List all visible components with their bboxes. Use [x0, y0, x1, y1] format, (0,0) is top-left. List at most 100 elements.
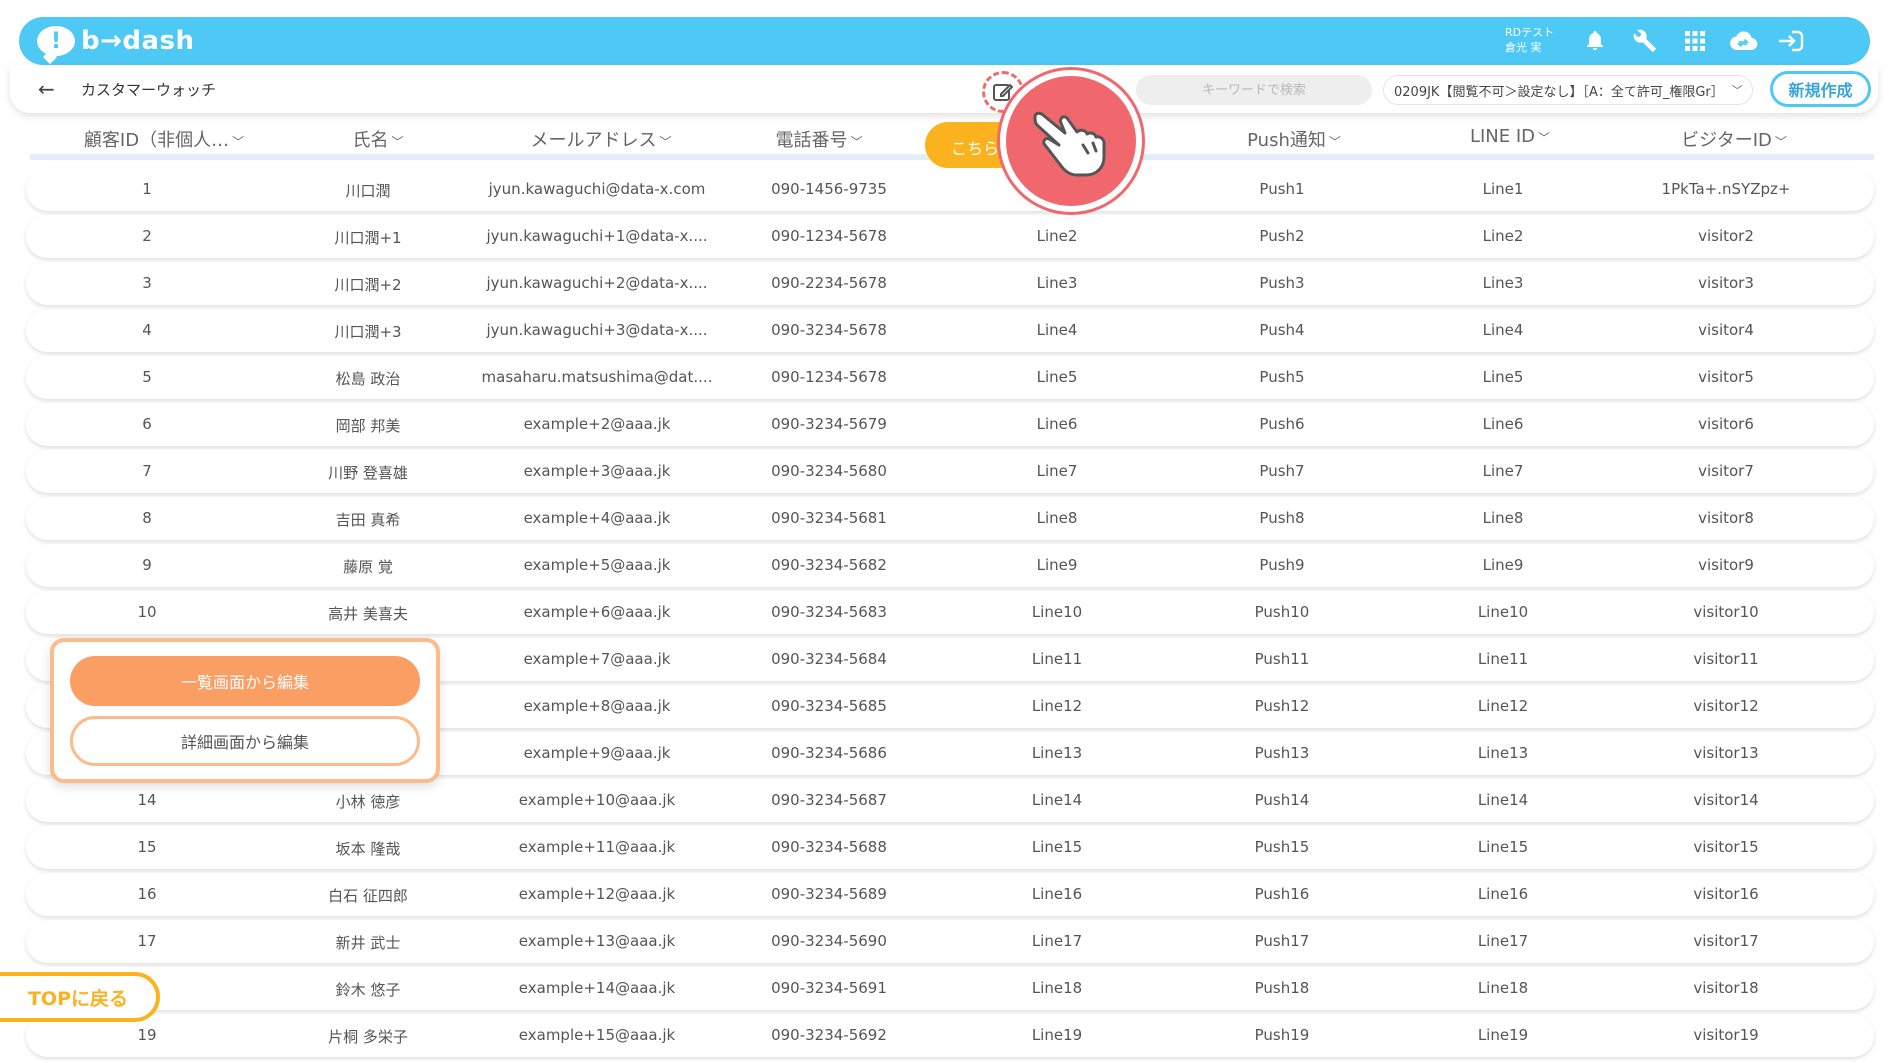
column-label: ビジターID: [1681, 130, 1772, 151]
table-row[interactable]: 19 片桐 多栄子 example+15@aaa.jk 090-3234-5692 Li…: [26, 1014, 1874, 1057]
table-row[interactable]: 8 吉田 真希 example+4@aaa.jk 090-3234-5681 Line8…: [26, 497, 1874, 540]
new-create-button[interactable]: 新規作成: [1770, 71, 1871, 107]
table-row[interactable]: 5 松島 政治 masaharu.matsushima@dat.... 090-123…: [26, 356, 1874, 399]
cell-phone: 090-2234-5678: [771, 274, 887, 292]
edit-from-detail-button[interactable]: 詳細画面から編集: [70, 716, 420, 766]
column-header-visitor-id[interactable]: ビジターID ﹀: [1681, 126, 1787, 152]
cell-line-id: Line12: [1477, 697, 1529, 715]
cell-phone: 090-3234-5678: [771, 321, 887, 339]
column-header-email[interactable]: メールアドレス ﹀: [530, 126, 671, 152]
column-label: Push通知: [1247, 130, 1326, 151]
cell-phone: 090-1456-9735: [771, 180, 887, 198]
logout-icon[interactable]: [1775, 25, 1807, 57]
chevron-down-icon: ﹀: [659, 135, 672, 149]
table-row[interactable]: 1 川口潤 jyun.kawaguchi@data-x.com 090-1456-97…: [26, 168, 1874, 211]
table-row[interactable]: 17 新井 武士 example+13@aaa.jk 090-3234-5690 Lin…: [26, 920, 1874, 963]
column-header-customer-id[interactable]: 顧客ID（非個人… ﹀: [84, 126, 244, 152]
cell-email: masaharu.matsushima@dat....: [481, 368, 713, 386]
cell-push: Push4: [1259, 321, 1305, 339]
table-row[interactable]: 7 川野 登喜雄 example+3@aaa.jk 090-3234-5680 Line…: [26, 450, 1874, 493]
cell-line-label: Line3: [1036, 274, 1078, 292]
column-header-name[interactable]: 氏名 ﹀: [352, 126, 403, 152]
cell-phone: 090-3234-5682: [771, 556, 887, 574]
cell-phone: 090-3234-5690: [771, 932, 887, 950]
cell-line-id: Line3: [1482, 274, 1524, 292]
cell-phone: 090-3234-5688: [771, 838, 887, 856]
cell-phone: 090-3234-5692: [771, 1026, 887, 1044]
column-header-line-id[interactable]: LINE ID ﹀: [1470, 126, 1550, 147]
cell-push: Push16: [1254, 885, 1310, 903]
cell-phone: 090-3234-5681: [771, 509, 887, 527]
cell-visitor-id: visitor17: [1693, 932, 1759, 950]
screen: ! b→dash RDテスト 倉光 実 ← カスタマーウォッチ キーワードで検索…: [0, 0, 1890, 1063]
cell-line-id: Line15: [1477, 838, 1529, 856]
cell-line-id: Line13: [1477, 744, 1529, 762]
search-input[interactable]: [1136, 75, 1372, 105]
table-row[interactable]: 4 川口潤+3 jyun.kawaguchi+3@data-x.... 090-323…: [26, 309, 1874, 352]
column-header-phone[interactable]: 電話番号 ﹀: [775, 126, 862, 152]
cell-visitor-id: visitor18: [1693, 979, 1759, 997]
cell-line-id: Line2: [1482, 227, 1524, 245]
segment-value: 0209JK【閲覧不可＞設定なし】［A：全て許可_権限Gr］: [1394, 84, 1724, 100]
table-row[interactable]: 15 坂本 隆哉 example+11@aaa.jk 090-3234-5688 Lin…: [26, 826, 1874, 869]
cell-email: example+12@aaa.jk: [518, 885, 676, 903]
cell-name: 高井 美喜夫: [328, 605, 408, 623]
cell-customer-id: 4: [142, 321, 152, 339]
cell-customer-id: 14: [137, 791, 157, 809]
bell-icon[interactable]: [1579, 25, 1611, 57]
cell-name: 藤原 覚: [343, 558, 393, 576]
table-row[interactable]: 2 川口潤+1 jyun.kawaguchi+1@data-x.... 090-123…: [26, 215, 1874, 258]
cloud-sync-icon[interactable]: [1727, 25, 1759, 57]
cell-line-label: Line17: [1031, 932, 1083, 950]
cell-customer-id: 16: [137, 885, 157, 903]
cell-customer-id: 9: [142, 556, 152, 574]
cell-line-label: Line7: [1036, 462, 1078, 480]
back-arrow-icon[interactable]: ←: [38, 77, 55, 101]
table-row[interactable]: 9 藤原 覚 example+5@aaa.jk 090-3234-5682 Line9 P…: [26, 544, 1874, 587]
chevron-down-icon: ﹀: [1328, 135, 1341, 149]
cell-line-label: Line18: [1031, 979, 1083, 997]
logo-mark: !: [37, 26, 75, 56]
back-to-top-button[interactable]: TOPに戻る: [0, 972, 160, 1022]
cell-line-label: Line5: [1036, 368, 1078, 386]
cell-line-label: Line16: [1031, 885, 1083, 903]
cell-push: Push14: [1254, 791, 1310, 809]
edit-from-list-button[interactable]: 一覧画面から編集: [70, 656, 420, 706]
cell-customer-id: 10: [137, 603, 157, 621]
cell-line-label: Line6: [1036, 415, 1078, 433]
cell-name: 白石 征四郎: [328, 887, 408, 905]
cell-visitor-id: visitor3: [1698, 274, 1754, 292]
cell-visitor-id: visitor13: [1693, 744, 1759, 762]
cell-phone: 090-3234-5686: [771, 744, 887, 762]
table-row[interactable]: 6 岡部 邦美 example+2@aaa.jk 090-3234-5679 Line6…: [26, 403, 1874, 446]
table-row[interactable]: 10 高井 美喜夫 example+6@aaa.jk 090-3234-5683 Lin…: [26, 591, 1874, 634]
cell-email: example+13@aaa.jk: [518, 932, 676, 950]
table-row[interactable]: 3 川口潤+2 jyun.kawaguchi+2@data-x.... 090-223…: [26, 262, 1874, 305]
table-row[interactable]: 16 白石 征四郎 example+12@aaa.jk 090-3234-5689 Li…: [26, 873, 1874, 916]
cell-push: Push15: [1254, 838, 1310, 856]
cell-email: example+10@aaa.jk: [518, 791, 676, 809]
cell-customer-id: 3: [142, 274, 152, 292]
cell-name: 川口潤+1: [334, 229, 402, 247]
user-info[interactable]: RDテスト 倉光 実: [1505, 25, 1554, 55]
app-logo[interactable]: ! b→dash: [37, 23, 195, 59]
table-row[interactable]: 鈴木 悠子 example+14@aaa.jk 090-3234-5691 Line1…: [26, 967, 1874, 1010]
cell-visitor-id: visitor4: [1698, 321, 1754, 339]
cell-line-id: Line4: [1482, 321, 1524, 339]
cell-push: Push17: [1254, 932, 1310, 950]
user-name: 倉光 実: [1505, 41, 1542, 54]
cell-line-id: Line10: [1477, 603, 1529, 621]
cell-email: example+6@aaa.jk: [523, 603, 671, 621]
cell-visitor-id: visitor19: [1693, 1026, 1759, 1044]
apps-grid-icon[interactable]: [1679, 25, 1711, 57]
cell-line-label: Line9: [1036, 556, 1078, 574]
cell-phone: 090-3234-5685: [771, 697, 887, 715]
cell-name: 坂本 隆哉: [335, 840, 401, 858]
wrench-icon[interactable]: [1629, 25, 1661, 57]
cell-push: Push18: [1254, 979, 1310, 997]
segment-select[interactable]: 0209JK【閲覧不可＞設定なし】［A：全て許可_権限Gr］ ﹀: [1383, 75, 1753, 105]
cell-phone: 090-3234-5689: [771, 885, 887, 903]
table-row[interactable]: 14 小林 徳彦 example+10@aaa.jk 090-3234-5687 Lin…: [26, 779, 1874, 822]
cell-line-label: Line15: [1031, 838, 1083, 856]
column-header-push[interactable]: Push通知 ﹀: [1247, 126, 1341, 152]
